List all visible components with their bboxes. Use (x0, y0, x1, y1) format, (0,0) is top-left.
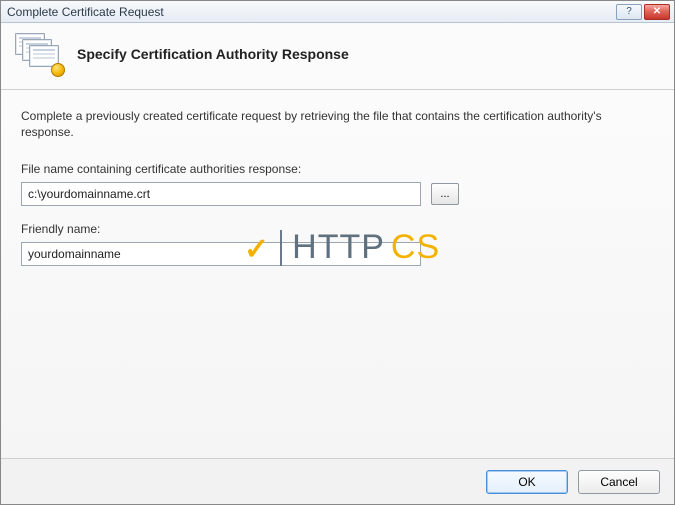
dialog-heading: Specify Certification Authority Response (77, 46, 349, 62)
browse-button[interactable]: ... (431, 183, 459, 205)
description-text: Complete a previously created certificat… (21, 108, 621, 140)
friendly-name-label: Friendly name: (21, 222, 654, 236)
titlebar[interactable]: Complete Certificate Request ? ✕ (1, 1, 674, 23)
window-buttons: ? ✕ (616, 4, 670, 20)
ok-button[interactable]: OK (486, 470, 568, 494)
close-button[interactable]: ✕ (644, 4, 670, 20)
friendly-name-input[interactable] (21, 242, 421, 266)
file-name-input[interactable] (21, 182, 421, 206)
file-name-label: File name containing certificate authori… (21, 162, 654, 176)
help-button[interactable]: ? (616, 4, 642, 20)
certificate-icon (15, 33, 63, 75)
dialog-header: Specify Certification Authority Response (1, 23, 674, 90)
dialog-footer: OK Cancel (1, 458, 674, 504)
dialog-body: Complete a previously created certificat… (1, 90, 674, 458)
file-row: ... (21, 182, 654, 206)
window-title: Complete Certificate Request (7, 5, 616, 19)
dialog-window: Complete Certificate Request ? ✕ Specify… (0, 0, 675, 505)
cancel-button[interactable]: Cancel (578, 470, 660, 494)
